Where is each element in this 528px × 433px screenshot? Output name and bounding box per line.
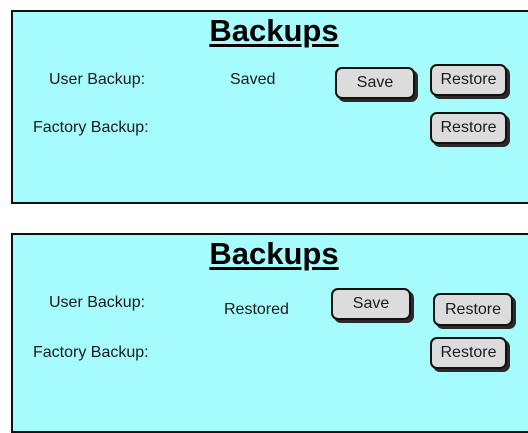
user-backup-label: User Backup: (49, 71, 146, 88)
factory-backup-label: Factory Backup: (33, 119, 149, 136)
save-button[interactable]: Save (335, 67, 415, 99)
factory-backup-label: Factory Backup: (33, 344, 149, 361)
user-backup-label: User Backup: (49, 294, 146, 311)
backups-title: Backups (209, 13, 339, 48)
restore-user-button[interactable]: Restore (433, 293, 513, 326)
restore-factory-button[interactable]: Restore (430, 337, 507, 369)
backups-panel-restored: Backups User Backup: Restored Save Resto… (11, 233, 528, 433)
restore-factory-button[interactable]: Restore (430, 112, 507, 144)
restore-user-button[interactable]: Restore (430, 64, 507, 96)
save-button[interactable]: Save (331, 288, 411, 320)
backups-panel-saved: Backups User Backup: Saved Save Restore … (11, 10, 528, 204)
backups-title: Backups (209, 236, 339, 271)
user-backup-status: Restored (224, 301, 289, 318)
user-backup-status: Saved (230, 71, 276, 88)
